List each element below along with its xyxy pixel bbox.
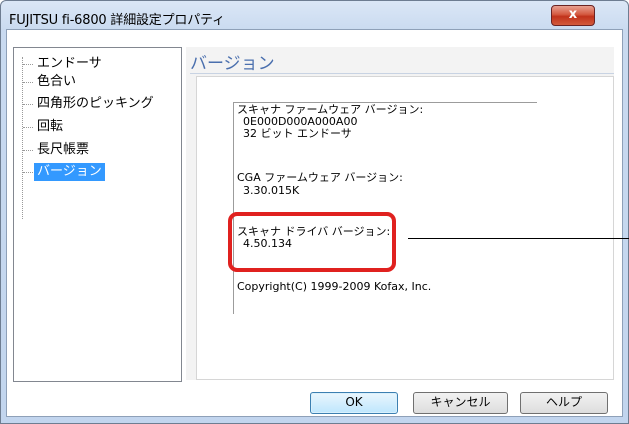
help-button[interactable]: ヘルプ <box>520 392 608 414</box>
window-title: FUJITSU fi-6800 詳細設定プロパティ <box>9 13 225 28</box>
tree-connector <box>23 127 33 128</box>
close-button[interactable]: x <box>551 5 595 26</box>
tree-item-color[interactable]: 色合い <box>34 73 79 91</box>
title-bar[interactable]: FUJITSU fi-6800 詳細設定プロパティ x <box>1 1 628 30</box>
settings-tree: エンドーサ 色合い 四角形のピッキング 回転 長尺帳票 バージョン <box>13 47 182 382</box>
cga-firmware-version-label: CGA ファームウェア バージョン: <box>237 171 403 184</box>
tree-item-rotation[interactable]: 回転 <box>34 118 66 136</box>
copyright-text: Copyright(C) 1999-2009 Kofax, Inc. <box>237 280 432 293</box>
tree-connector <box>23 64 33 65</box>
tree-item-rectangle-picking[interactable]: 四角形のピッキング <box>34 95 157 113</box>
panel-title: バージョン <box>190 54 275 74</box>
title-divider <box>190 73 614 74</box>
tree-connector <box>23 172 33 173</box>
tree-connector <box>23 82 33 83</box>
ok-button[interactable]: OK <box>310 392 398 414</box>
tree-item-long-page[interactable]: 長尺帳票 <box>34 141 92 159</box>
tree-connector <box>23 104 33 105</box>
endorser-type-value: 32 ビット エンドーサ <box>243 127 352 140</box>
tree-item-endorser[interactable]: エンドーサ <box>34 55 105 73</box>
tree-connector <box>23 150 33 151</box>
cancel-button[interactable]: キャンセル <box>413 392 508 414</box>
close-icon: x <box>568 7 578 22</box>
callout-line <box>408 238 629 239</box>
cga-firmware-version-value: 3.30.015K <box>243 184 300 197</box>
tree-item-version[interactable]: バージョン <box>34 163 105 181</box>
driver-version-highlight <box>228 212 396 272</box>
